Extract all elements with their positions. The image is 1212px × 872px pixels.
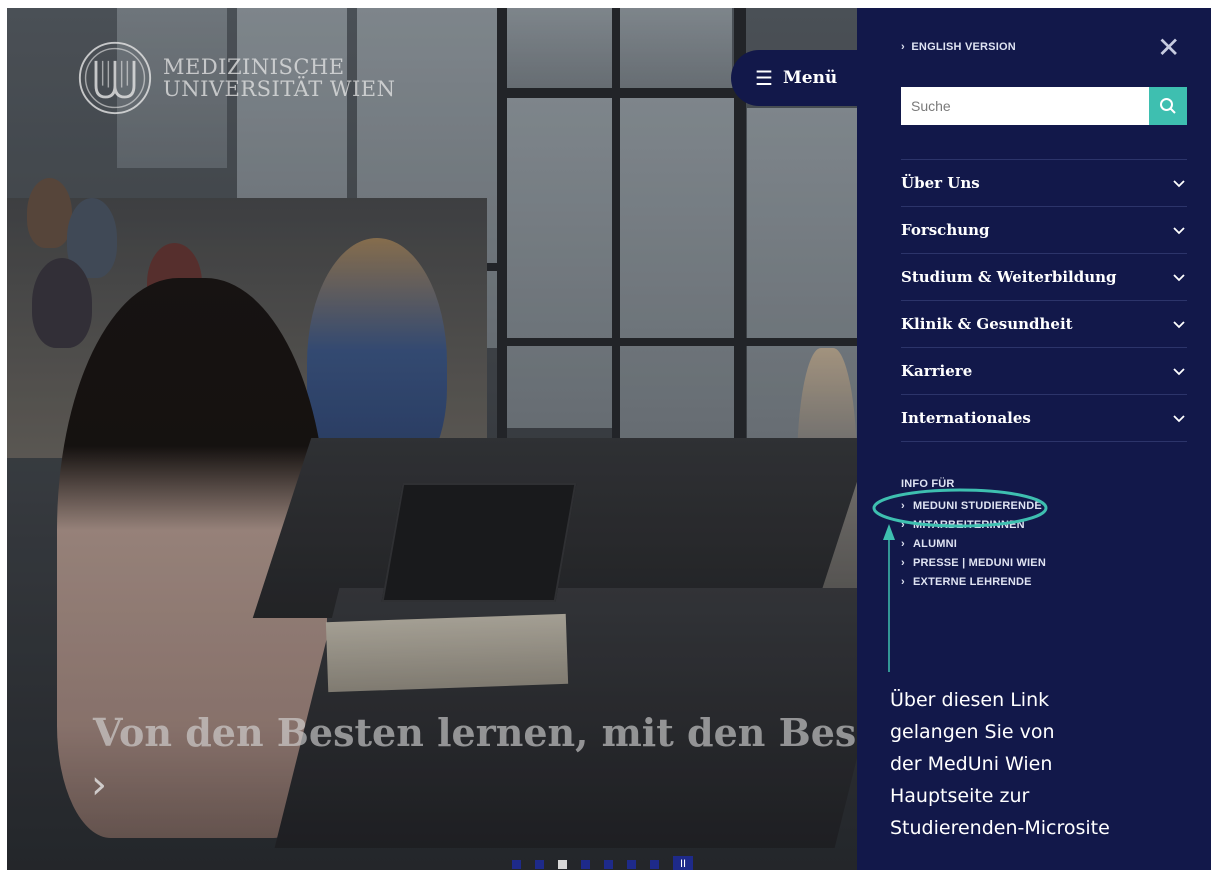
english-version-label: ENGLISH VERSION (911, 41, 1016, 53)
annotation-line: der MedUni Wien (890, 753, 1053, 775)
nav-item-label: Über Uns (901, 174, 980, 192)
nav-item-label: Klinik & Gesundheit (901, 315, 1073, 333)
close-icon[interactable]: ✕ (1157, 34, 1180, 62)
annotation-line: Studierenden-Microsite (890, 817, 1110, 839)
logo-line-1: MEDIZINISCHE (163, 55, 345, 79)
menu-label: Menü (782, 68, 838, 88)
info-link-presse[interactable]: › PRESSE | MEDUNI WIEN (901, 554, 1046, 573)
logo-wordmark: MEDIZINISCHE UNIVERSITÄT WIEN (163, 56, 396, 100)
nav-item-forschung[interactable]: Forschung (901, 207, 1187, 254)
nav-item-klinik[interactable]: Klinik & Gesundheit (901, 301, 1187, 348)
info-link-alumni[interactable]: › ALUMNI (901, 535, 1046, 554)
slide-dot[interactable] (650, 859, 659, 869)
annotation-line: Hauptseite zur (890, 785, 1030, 807)
info-link-label: MITARBEITERINNEN (913, 519, 1025, 531)
chevron-down-icon (1173, 274, 1185, 282)
english-version-link[interactable]: › ENGLISH VERSION (901, 41, 1016, 53)
logo-line-2: UNIVERSITÄT WIEN (163, 77, 396, 101)
annotation-text: Über diesen Link gelangen Sie von der Me… (890, 684, 1190, 844)
hero-image: MEDIZINISCHE UNIVERSITÄT WIEN ☰ Menü Von… (7, 8, 857, 870)
info-link-mitarbeiterinnen[interactable]: › MITARBEITERINNEN (901, 516, 1046, 535)
slide-dot[interactable] (604, 859, 613, 869)
university-logo[interactable]: MEDIZINISCHE UNIVERSITÄT WIEN (77, 40, 396, 116)
chevron-right-icon: › (901, 538, 905, 550)
slider-pause-button[interactable]: II (673, 856, 693, 870)
main-navigation: Über Uns Forschung Studium & Weiterbildu… (901, 159, 1187, 442)
annotation-arrow-head-icon (883, 524, 895, 540)
info-heading: INFO FÜR (901, 478, 955, 490)
info-link-externe-lehrende[interactable]: › EXTERNE LEHRENDE (901, 573, 1046, 592)
slide-dot[interactable] (581, 859, 590, 869)
chevron-right-icon: › (901, 500, 905, 512)
nav-item-label: Forschung (901, 221, 990, 239)
chevron-down-icon (1173, 321, 1185, 329)
chevron-right-icon: › (901, 576, 905, 588)
info-link-label: PRESSE | MEDUNI WIEN (913, 557, 1046, 569)
slide-dot[interactable] (627, 859, 636, 869)
search-button[interactable] (1149, 87, 1187, 125)
chevron-down-icon (1173, 368, 1185, 376)
side-menu-panel: › ENGLISH VERSION ✕ Über Uns Forschung (857, 8, 1211, 870)
slide-dot-active[interactable] (558, 859, 567, 869)
nav-item-karriere[interactable]: Karriere (901, 348, 1187, 395)
chevron-right-icon: › (901, 41, 912, 53)
nav-item-label: Internationales (901, 409, 1031, 427)
nav-item-label: Studium & Weiterbildung (901, 268, 1117, 286)
chevron-right-icon: › (901, 557, 905, 569)
info-link-label: ALUMNI (913, 538, 957, 550)
search-bar (901, 87, 1187, 125)
chevron-right-icon: › (901, 519, 905, 531)
chevron-down-icon (1173, 180, 1185, 188)
hamburger-icon: ☰ (755, 66, 773, 90)
slider-pagination: II (512, 856, 693, 870)
nav-item-studium[interactable]: Studium & Weiterbildung (901, 254, 1187, 301)
nav-item-label: Karriere (901, 362, 973, 380)
logo-emblem-icon (78, 41, 152, 115)
info-link-label: EXTERNE LEHRENDE (913, 576, 1032, 588)
annotation-line: gelangen Sie von (890, 721, 1055, 743)
nav-item-internationales[interactable]: Internationales (901, 395, 1187, 442)
search-input[interactable] (901, 87, 1149, 125)
menu-button[interactable]: ☰ Menü (731, 50, 857, 106)
slide-dot[interactable] (535, 859, 544, 869)
chevron-down-icon (1173, 415, 1185, 423)
search-icon (1160, 98, 1176, 114)
info-link-label: MEDUNI STUDIERENDE (913, 500, 1042, 512)
nav-item-ueber-uns[interactable]: Über Uns (901, 160, 1187, 207)
slide-dot[interactable] (512, 859, 521, 869)
hero-next-arrow-icon[interactable]: › (91, 762, 107, 808)
chevron-down-icon (1173, 227, 1185, 235)
screenshot-stage: MEDIZINISCHE UNIVERSITÄT WIEN ☰ Menü Von… (7, 8, 1211, 870)
hero-headline: Von den Besten lernen, mit den Besten st (93, 710, 857, 755)
info-for-section: INFO FÜR › MEDUNI STUDIERENDE › MITARBEITE… (901, 478, 1046, 592)
annotation-line: Über diesen Link (890, 689, 1050, 711)
info-link-meduni-studierende[interactable]: › MEDUNI STUDIERENDE (901, 497, 1046, 516)
